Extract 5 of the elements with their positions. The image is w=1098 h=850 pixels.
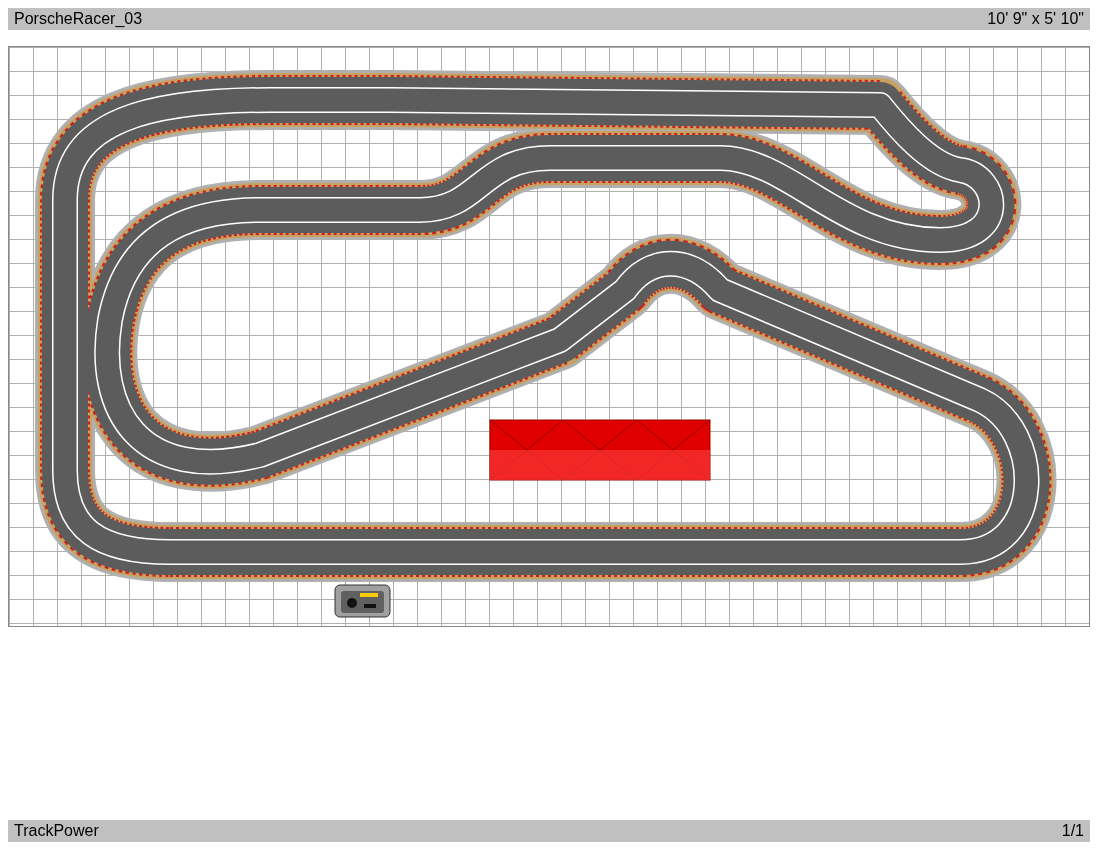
controller-icon bbox=[334, 584, 391, 618]
page-number: 1/1 bbox=[1061, 822, 1084, 840]
layout-dimensions: 10' 9" x 5' 10" bbox=[987, 10, 1084, 28]
layout-title: PorscheRacer_03 bbox=[14, 10, 143, 28]
program-name: TrackPower bbox=[14, 822, 99, 840]
